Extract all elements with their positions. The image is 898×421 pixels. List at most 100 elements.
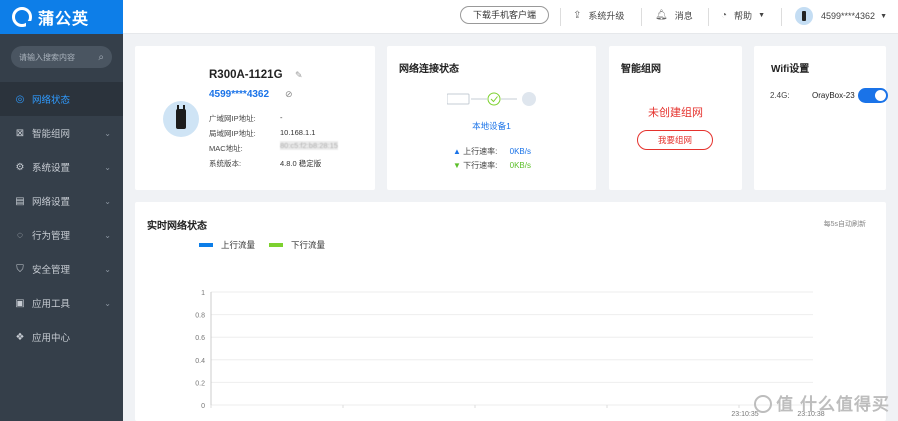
tools-icon: ▣ [15, 297, 25, 309]
device-name: R300A-1121G [209, 69, 283, 81]
network-status-card: 网络连接状态 本地设备1 ▲ 上行速率: 0KB/s ▼ 下行速率: 0KB/s [387, 46, 596, 190]
wifi-band-label: 2.4G: [770, 91, 790, 100]
y-tick-label: 1 [201, 290, 205, 297]
y-tick-label: 0.6 [195, 335, 205, 342]
divider [708, 8, 709, 26]
create-mesh-button[interactable]: 我要组网 [637, 130, 713, 150]
brand-name: 蒲公英 [38, 11, 90, 28]
system-upgrade-link[interactable]: ⇪ 系统升级 [573, 9, 624, 22]
y-tick-label: 0.4 [195, 358, 205, 365]
wifi-toggle[interactable] [858, 88, 888, 103]
download-rate-value: 0KB/s [509, 161, 531, 170]
sidebar-item-mesh[interactable]: ⊠ 智能组网 ⌄ [0, 116, 123, 150]
mac-label: MAC地址: [209, 144, 243, 153]
app-center-icon: ❖ [15, 331, 25, 343]
divider [560, 8, 561, 26]
chevron-down-icon: ⌄ [104, 264, 111, 274]
y-tick-label: 0 [201, 403, 205, 410]
sidebar-item-label: 应用中心 [32, 333, 71, 344]
avatar [795, 7, 813, 25]
search-icon[interactable]: ⌕ [98, 52, 104, 63]
top-bar: 下载手机客户端 ⇪ 系统升级 🔔︎ 消息 ◔ 帮助 ▼ 4599****4362… [123, 0, 898, 34]
chevron-down-icon: ⌄ [104, 230, 111, 240]
account-menu[interactable]: 4599****4362 ▼ [795, 7, 887, 25]
caret-down-icon: ▼ [758, 12, 765, 19]
sidebar-item-label: 网络设置 [32, 197, 71, 208]
download-rate-label: 下行速率: [463, 161, 498, 170]
version-value: 4.8.0 稳定版 [280, 159, 322, 168]
account-name: 4599****4362 [821, 11, 876, 21]
wan-ip-label: 广域网IP地址: [209, 114, 256, 123]
upload-rate: ▲ 上行速率: 0KB/s [453, 146, 531, 157]
brand-logo[interactable]: 蒲公英 [0, 0, 123, 34]
arrow-up-icon: ▲ [453, 147, 461, 156]
chevron-down-icon: ⌄ [104, 162, 111, 172]
settings-icon: ⚙ [15, 161, 25, 173]
version-label: 系统版本: [209, 159, 242, 168]
local-device-link[interactable]: 本地设备1 [387, 120, 596, 132]
watermark-text: 值 什么值得买 [776, 395, 890, 414]
y-tick-label: 0.8 [195, 313, 205, 320]
sidebar: 蒲公英 ⌕ ◎ 网络状态 ⊠ 智能组网 ⌄ ⚙ 系统设置 ⌄ ▤ 网络设置 ⌄ … [0, 0, 123, 421]
messages-link[interactable]: 🔔︎ 消息 [655, 9, 693, 22]
lan-ip-value: 10.168.1.1 [280, 128, 316, 137]
device-card: R300A-1121G ✎ 4599****4362 ⊘ 广域网IP地址: - … [135, 46, 375, 190]
arrow-down-icon: ▼ [453, 161, 461, 170]
sidebar-item-network-settings[interactable]: ▤ 网络设置 ⌄ [0, 184, 123, 218]
mesh-status: 未创建组网 [648, 107, 703, 119]
upload-rate-label: 上行速率: [463, 147, 498, 156]
lan-ip-label: 局域网IP地址: [209, 129, 256, 138]
mesh-title: 智能组网 [621, 64, 661, 75]
realtime-card: 实时网络状态 每5s自动刷新 上行流量 下行流量 0 0.2 0.4 0.6 0.8 1 2… [135, 202, 886, 421]
sidebar-item-app-center[interactable]: ❖ 应用中心 [0, 320, 123, 354]
device-id: 4599****4362 [209, 89, 270, 100]
security-icon: ⛉ [16, 263, 24, 275]
caret-down-icon: ▼ [880, 12, 887, 20]
connected-check-icon [487, 92, 501, 106]
search-box: ⌕ [11, 46, 112, 68]
internet-globe-icon [522, 92, 536, 106]
bell-icon: 🔔︎ [655, 10, 668, 21]
router-avatar [163, 101, 199, 137]
sidebar-item-label: 应用工具 [32, 299, 71, 310]
divider [781, 8, 782, 26]
y-tick-label: 0.2 [195, 380, 205, 387]
hide-eye-icon[interactable]: ⊘ [285, 89, 293, 100]
mesh-card: 智能组网 未创建组网 我要组网 [609, 46, 742, 190]
network-status-icon: ◎ [15, 93, 25, 105]
watermark: 值 什么值得买 [754, 390, 890, 415]
search-input[interactable] [19, 52, 99, 62]
wan-ip-value: - [280, 113, 283, 122]
sidebar-item-label: 系统设置 [32, 163, 71, 174]
sidebar-item-label: 网络状态 [32, 95, 71, 106]
mac-value: 80:c5:f2:b8:28:15 [280, 141, 338, 150]
sidebar-item-label: 智能组网 [32, 129, 71, 140]
messages-label: 消息 [674, 11, 693, 21]
help-menu[interactable]: ◔ 帮助 ▼ [721, 9, 765, 22]
router-icon [447, 93, 470, 105]
chevron-down-icon: ⌄ [104, 128, 111, 138]
watermark-icon [754, 395, 773, 413]
sidebar-item-behavior[interactable]: ◌ 行为管理 ⌄ [0, 218, 123, 252]
wifi-ssid: OrayBox-23 [812, 91, 855, 100]
chevron-down-icon: ⌄ [104, 196, 111, 206]
upgrade-icon: ⇪ [573, 10, 582, 21]
upload-rate-value: 0KB/s [509, 147, 531, 156]
brand-logo-icon [12, 7, 33, 28]
mesh-icon: ⊠ [15, 127, 25, 139]
behavior-icon: ◌ [17, 229, 23, 241]
sidebar-item-network-status[interactable]: ◎ 网络状态 [0, 82, 123, 116]
sidebar-item-tools[interactable]: ▣ 应用工具 ⌄ [0, 286, 123, 320]
edit-icon[interactable]: ✎ [295, 70, 303, 81]
sidebar-item-system-settings[interactable]: ⚙ 系统设置 ⌄ [0, 150, 123, 184]
sidebar-item-label: 行为管理 [32, 231, 71, 242]
sidebar-item-label: 安全管理 [32, 265, 71, 276]
network-status-title: 网络连接状态 [399, 64, 459, 75]
realtime-chart: 00.20.40.60.8123:10:35 23:10:38 [195, 290, 824, 418]
divider [641, 8, 642, 26]
sidebar-item-security[interactable]: ⛉ 安全管理 ⌄ [0, 252, 123, 286]
sidebar-menu: ◎ 网络状态 ⊠ 智能组网 ⌄ ⚙ 系统设置 ⌄ ▤ 网络设置 ⌄ ◌ 行为管理… [0, 82, 123, 354]
wifi-card: Wifi设置 2.4G: OrayBox-23 [754, 46, 888, 190]
download-app-button[interactable]: 下载手机客户端 [460, 6, 550, 24]
download-rate: ▼ 下行速率: 0KB/s [453, 160, 531, 171]
